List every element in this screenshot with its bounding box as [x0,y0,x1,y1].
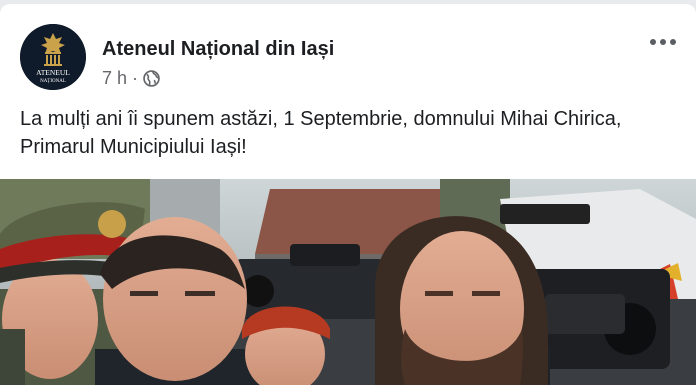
post-photo[interactable] [0,179,696,385]
avatar-label-line1: ATENEUL [36,68,70,77]
meta-separator: · [132,67,139,88]
page-avatar[interactable]: ATENEUL NAȚIONAL [20,24,86,90]
post-card: ATENEUL NAȚIONAL Ateneul Național din Ia… [0,4,696,385]
more-options-button[interactable] [646,32,680,52]
more-options-icon [650,39,656,45]
post-time[interactable]: 7 h [102,68,127,89]
post-meta: 7 h · [102,67,160,89]
post-header: ATENEUL NAȚIONAL Ateneul Național din Ia… [0,4,696,94]
ateneul-logo-icon: ATENEUL NAȚIONAL [20,24,86,90]
page-name-link[interactable]: Ateneul Național din Iași [102,38,334,61]
avatar-label-line2: NAȚIONAL [40,79,66,84]
globe-icon[interactable] [143,69,160,87]
post-message: La mulți ani îi spunem astăzi, 1 Septemb… [20,108,622,158]
post-photo-image [0,179,696,385]
